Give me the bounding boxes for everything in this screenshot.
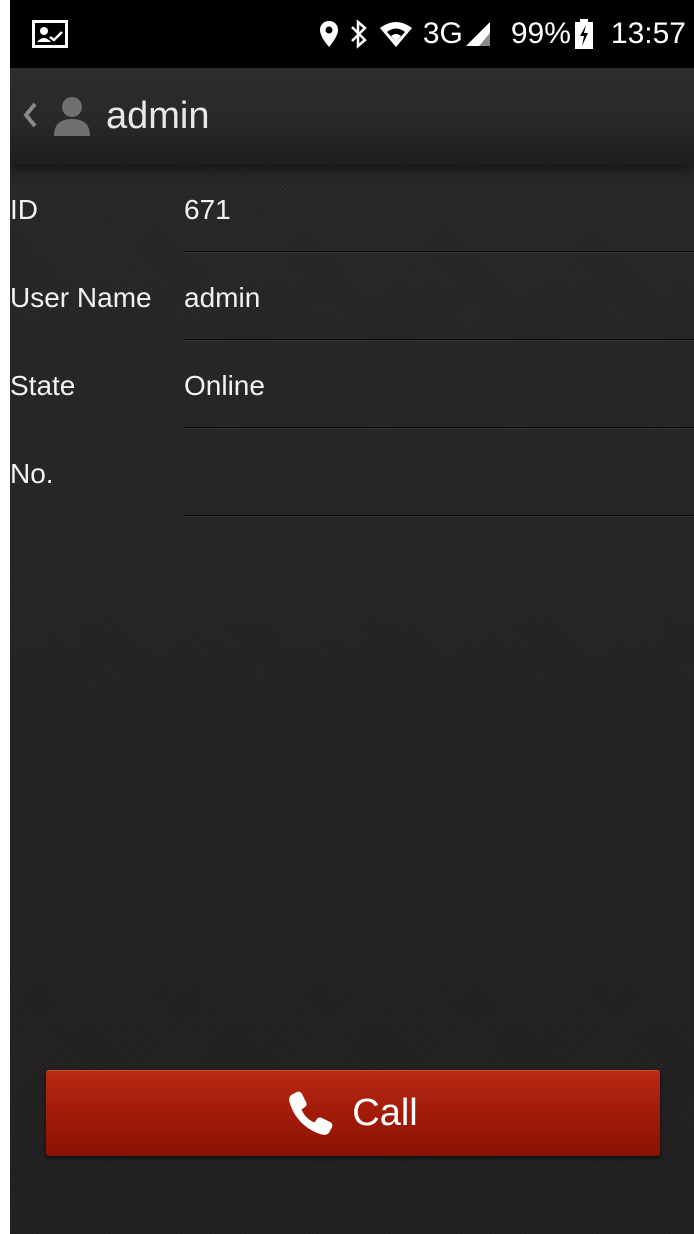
page-title: admin <box>106 95 210 137</box>
detail-value: 671 <box>184 194 231 225</box>
clock: 13:57 <box>610 17 686 50</box>
signal-icon <box>465 22 490 46</box>
detail-row-id: ID 671 <box>10 164 694 252</box>
phone-icon <box>289 1091 333 1135</box>
status-bar: 3G 99% 13:57 <box>10 0 694 68</box>
battery-percent: 99% <box>510 17 571 50</box>
detail-row-user-name: User Name admin <box>10 252 694 340</box>
user-avatar-icon <box>54 97 90 136</box>
back-chevron-icon[interactable] <box>22 100 38 130</box>
detail-row-number: No. <box>10 428 694 516</box>
call-button[interactable]: Call <box>46 1070 660 1156</box>
detail-label: User Name <box>10 282 152 313</box>
title-bar[interactable]: admin <box>10 68 694 164</box>
bluetooth-icon <box>350 19 367 49</box>
contact-card-icon <box>32 20 68 48</box>
detail-value: Online <box>184 370 265 401</box>
call-button-label: Call <box>352 1091 418 1134</box>
detail-value: admin <box>184 282 261 313</box>
app-screen: 3G 99% 13:57 admin ID 671 User Name admi… <box>10 0 694 1234</box>
network-type: 3G <box>422 17 463 50</box>
detail-row-state: State Online <box>10 340 694 428</box>
detail-label: State <box>10 370 76 401</box>
divider <box>184 515 694 516</box>
user-details: ID 671 User Name admin State Online No. <box>10 164 694 516</box>
location-pin-icon <box>319 21 338 47</box>
wifi-icon <box>379 22 412 47</box>
detail-label: ID <box>10 194 38 225</box>
detail-label: No. <box>10 458 54 489</box>
battery-charging-icon <box>574 19 593 49</box>
